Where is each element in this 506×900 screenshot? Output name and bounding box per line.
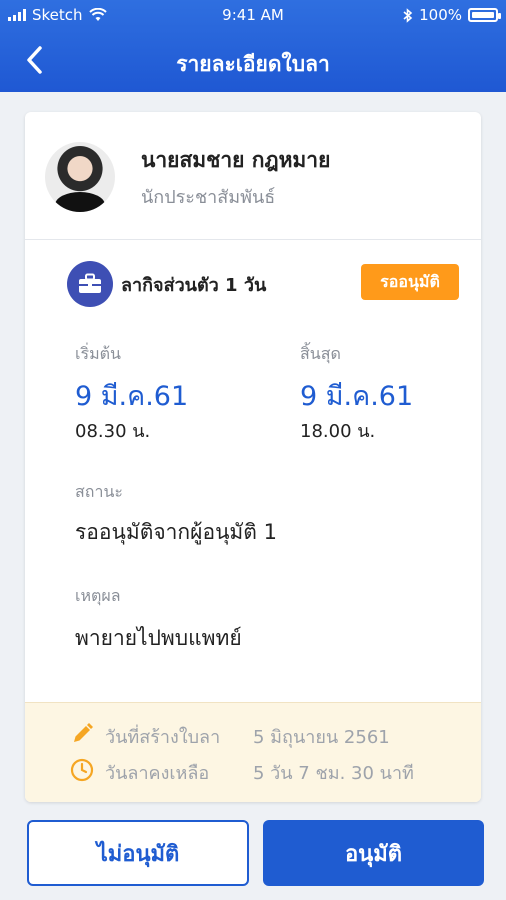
start-date: 9 มี.ค.61 <box>75 381 189 412</box>
battery-icon <box>468 8 501 22</box>
employee-role: นักประชาสัมพันธ์ <box>141 187 276 208</box>
remaining-label: วันลาคงเหลือ <box>105 763 210 784</box>
employee-profile: นายสมชาย กฎหมาย นักประชาสัมพันธ์ <box>25 112 481 240</box>
nav-bar: รายละเอียดใบลา <box>0 36 506 84</box>
leave-meta: วันที่สร้างใบลา 5 มิถุนายน 2561 วันลาคงเ… <box>25 702 481 802</box>
clock-icon <box>70 758 94 782</box>
leave-type: ลากิจส่วนตัว 1 วัน <box>121 275 267 296</box>
leave-detail-card: นายสมชาย กฎหมาย นักประชาสัมพันธ์ ลากิจส่… <box>25 112 481 802</box>
bluetooth-icon <box>403 7 413 23</box>
end-time: 18.00 น. <box>300 421 376 442</box>
status-value: รออนุมัติจากผู้อนุมัติ 1 <box>75 520 277 544</box>
remaining-value: 5 วัน 7 ชม. 30 นาที <box>253 763 414 784</box>
status-label: สถานะ <box>75 482 123 501</box>
approve-button[interactable]: อนุมัติ <box>263 820 484 886</box>
start-time: 08.30 น. <box>75 421 151 442</box>
reject-button[interactable]: ไม่อนุมัติ <box>27 820 249 886</box>
created-label: วันที่สร้างใบลา <box>105 727 221 748</box>
reason-label: เหตุผล <box>75 586 121 605</box>
pencil-icon <box>74 723 93 742</box>
status-right: 100% <box>403 6 501 24</box>
end-label: สิ้นสุด <box>300 344 341 363</box>
start-label: เริ่มต้น <box>75 344 121 363</box>
created-value: 5 มิถุนายน 2561 <box>253 727 390 748</box>
battery-label: 100% <box>419 6 462 24</box>
status-badge: รออนุมัติ <box>361 264 459 300</box>
created-row: วันที่สร้างใบลา 5 มิถุนายน 2561 <box>25 717 481 751</box>
app-header: Sketch 9:41 AM 100% รายละเอียดใบลา <box>0 0 506 92</box>
avatar <box>45 142 115 212</box>
remaining-row: วันลาคงเหลือ 5 วัน 7 ชม. 30 นาที <box>25 753 481 787</box>
employee-name: นายสมชาย กฎหมาย <box>141 148 331 172</box>
reason-value: พายายไปพบแพทย์ <box>75 626 242 650</box>
status-bar: Sketch 9:41 AM 100% <box>0 0 506 30</box>
briefcase-icon <box>67 261 113 307</box>
end-date: 9 มี.ค.61 <box>300 381 414 412</box>
page-title: รายละเอียดใบลา <box>176 52 330 76</box>
